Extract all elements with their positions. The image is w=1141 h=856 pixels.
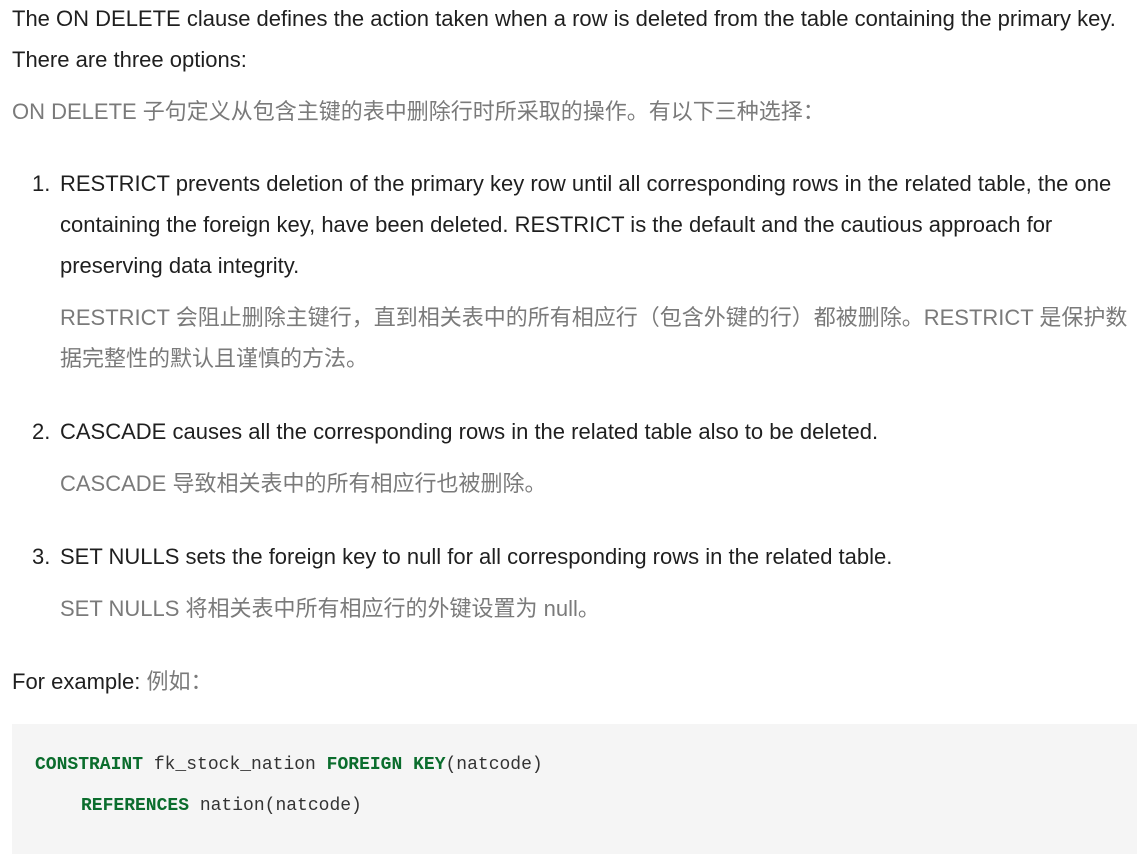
option-text: CASCADE causes all the corresponding row… bbox=[60, 419, 879, 444]
option-translation: RESTRICT 会阻止删除主键行，直到相关表中的所有相应行（包含外键的行）都被… bbox=[60, 305, 1128, 371]
code-keyword: REFERENCES bbox=[81, 796, 190, 816]
option-text: SET NULLS sets the foreign key to null f… bbox=[60, 544, 893, 569]
code-block: CONSTRAINT fk_stock_nation FOREIGN KEY(n… bbox=[12, 724, 1137, 854]
article-content: The ON DELETE clause defines the action … bbox=[12, 0, 1137, 854]
list-number: 2. bbox=[32, 419, 51, 444]
example-label: For example: 例如： bbox=[12, 661, 1137, 702]
options-list: 1. RESTRICT prevents deletion of the pri… bbox=[12, 163, 1137, 629]
code-text: (natcode) bbox=[445, 755, 543, 775]
list-item-set-nulls: 3. SET NULLS sets the foreign key to nul… bbox=[12, 536, 1137, 629]
list-item-cascade: 2. CASCADE causes all the corresponding … bbox=[12, 411, 1137, 504]
option-translation: CASCADE 导致相关表中的所有相应行也被删除。 bbox=[60, 471, 547, 496]
intro-translation: ON DELETE 子句定义从包含主键的表中删除行时所采取的操作。有以下三种选择… bbox=[12, 99, 825, 124]
option-translation: SET NULLS 将相关表中所有相应行的外键设置为 null。 bbox=[60, 596, 600, 621]
option-text: RESTRICT prevents deletion of the primar… bbox=[60, 171, 1112, 278]
list-number: 3. bbox=[32, 544, 51, 569]
list-item-restrict: 1. RESTRICT prevents deletion of the pri… bbox=[12, 163, 1137, 379]
intro-paragraph: The ON DELETE clause defines the action … bbox=[12, 6, 1116, 72]
list-number: 1. bbox=[32, 171, 51, 196]
example-label-translation: 例如： bbox=[146, 669, 213, 694]
code-keyword: CONSTRAINT bbox=[35, 755, 144, 775]
code-text: fk_stock_nation bbox=[143, 755, 327, 775]
code-keyword: FOREIGN KEY bbox=[326, 755, 446, 775]
example-label-en: For example: bbox=[12, 669, 141, 694]
code-line: CONSTRAINT fk_stock_nation FOREIGN KEY(n… bbox=[35, 745, 1137, 786]
code-line: REFERENCES nation(natcode) bbox=[35, 786, 1137, 827]
code-text: nation(natcode) bbox=[189, 796, 362, 816]
